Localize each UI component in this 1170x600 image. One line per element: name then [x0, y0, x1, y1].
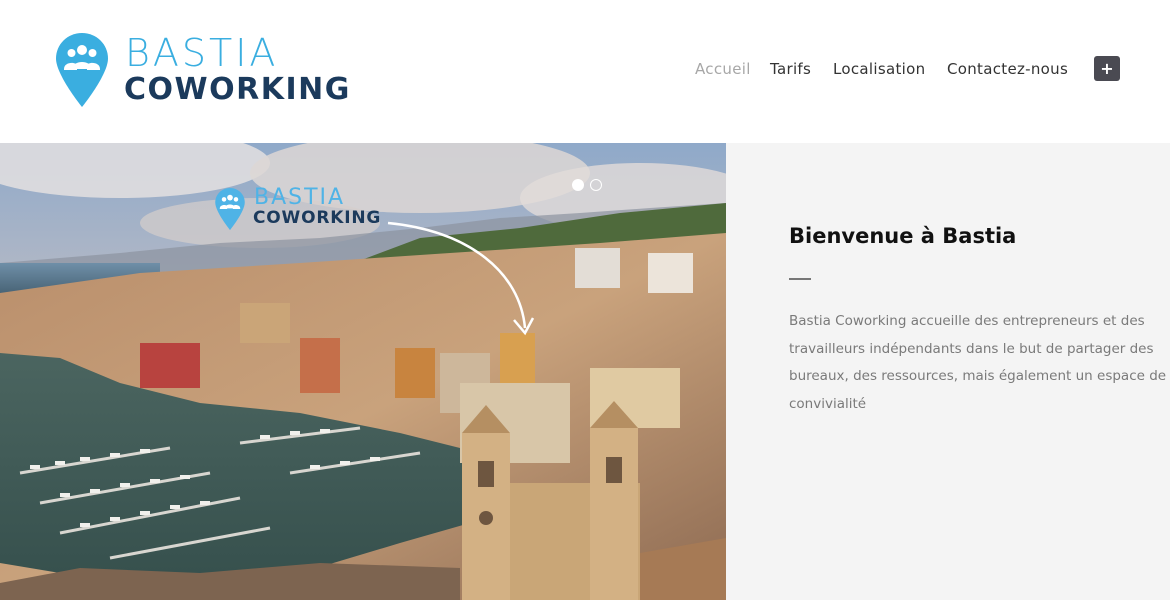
nav-contactez-nous[interactable]: Contactez-nous	[947, 60, 1068, 78]
plus-menu-button[interactable]: +	[1094, 56, 1120, 81]
slider-dots	[572, 179, 602, 191]
hero-logo-text-coworking: COWORKING	[253, 208, 382, 228]
hero-logo-text-bastia: BASTIA	[254, 185, 346, 210]
slide-dot-1[interactable]	[572, 179, 584, 191]
logo-text-coworking: COWORKING	[124, 72, 351, 107]
site-logo[interactable]: BASTIA COWORKING	[56, 33, 356, 109]
welcome-description: Bastia Coworking accueille des entrepren…	[789, 313, 1167, 412]
hero-logo-overlay: BASTIA COWORKING	[215, 186, 395, 232]
site-header: BASTIA COWORKING Accueil Tarifs Localisa…	[0, 0, 1170, 143]
nav-localisation[interactable]: Localisation	[833, 60, 925, 78]
people-location-pin-icon	[215, 188, 245, 230]
people-location-pin-icon	[56, 33, 108, 107]
slide-dot-2[interactable]	[590, 179, 602, 191]
nav-accueil[interactable]: Accueil	[695, 60, 751, 78]
hero-slider: BASTIA COWORKING	[0, 143, 726, 600]
welcome-title: Bienvenue à Bastia	[789, 224, 1017, 248]
title-divider	[789, 278, 811, 280]
welcome-panel: Bienvenue à Bastia Bastia Coworking accu…	[726, 143, 1170, 600]
logo-text-bastia: BASTIA	[125, 31, 279, 75]
nav-tarifs[interactable]: Tarifs	[770, 60, 811, 78]
